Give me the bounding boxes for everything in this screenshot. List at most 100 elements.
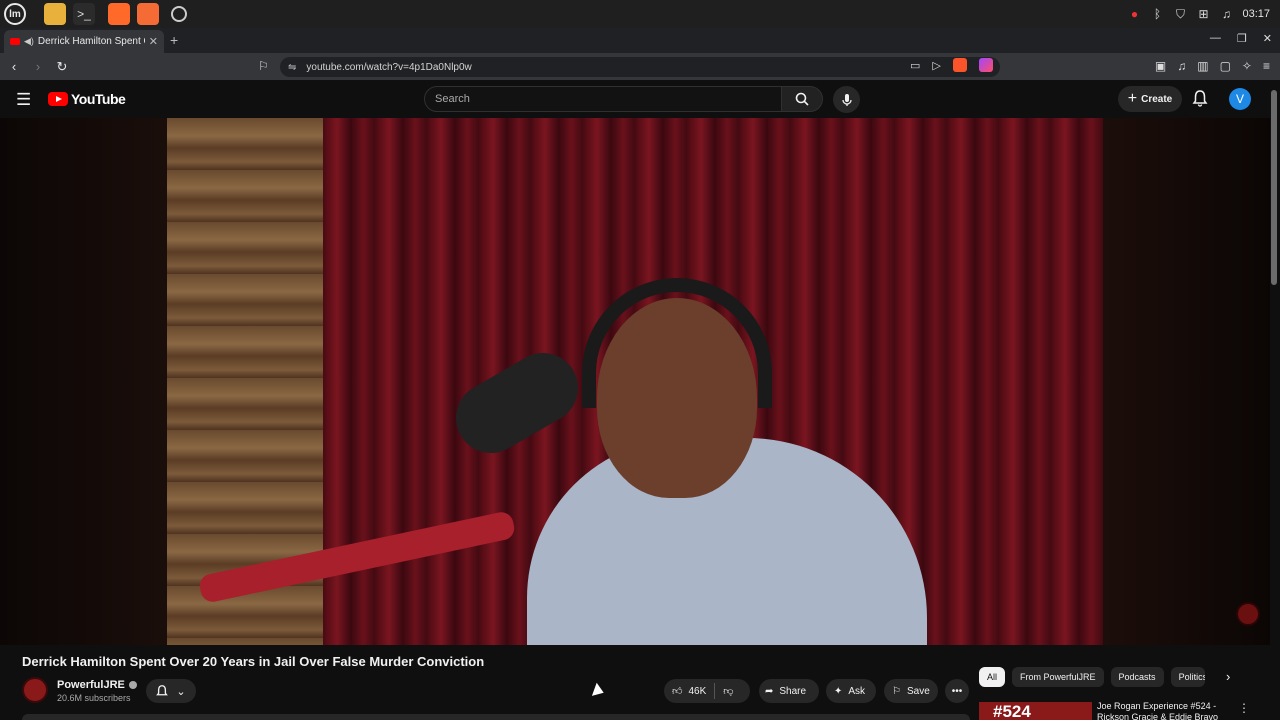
create-label: Create: [1141, 93, 1173, 105]
youtube-logo[interactable]: YouTube: [48, 91, 126, 107]
cast-icon[interactable]: ▭: [910, 59, 920, 72]
like-button[interactable]: 👍︎ 46K: [672, 685, 707, 698]
like-divider: [714, 683, 716, 699]
browser-toolbar: ‹ › ↻ ⚐ ⇋ youtube.com/watch?v=4p1Da0Nlp0…: [0, 53, 1280, 80]
description-box[interactable]: [22, 714, 970, 720]
toolbar-right: ▣ ♫ ▥ ▢ ✧ ≡: [1155, 59, 1270, 73]
screenshot-icon[interactable]: ▣: [1155, 59, 1166, 73]
wallet-icon[interactable]: ▢: [1220, 59, 1231, 73]
chips-next-icon[interactable]: ›: [1226, 669, 1230, 684]
os-taskbar: lm >_ ● ᛒ ⛉ ⊞ ♫ 03:17: [0, 0, 1280, 28]
reload-icon[interactable]: ↻: [52, 59, 72, 75]
tab-close-icon[interactable]: ✕: [149, 35, 158, 48]
menu-icon[interactable]: ≡: [1263, 59, 1270, 73]
subscriber-count: 20.6M subscribers: [57, 693, 131, 703]
ask-button[interactable]: ✦ Ask: [826, 679, 876, 703]
mouse-cursor: [591, 682, 607, 700]
youtube-masthead: ☰ YouTube Search + Create V: [0, 80, 1280, 118]
address-bar-actions: ▭ ▷: [910, 58, 993, 72]
youtube-play-icon: [48, 92, 68, 106]
address-bar[interactable]: ⇋ youtube.com/watch?v=4p1Da0Nlp0w: [280, 57, 1000, 77]
guide-menu-icon[interactable]: ☰: [16, 90, 31, 110]
shield-icon[interactable]: ⛉: [1173, 7, 1187, 21]
search-button[interactable]: [781, 86, 823, 112]
bookmark-icon[interactable]: ⚐: [258, 59, 269, 73]
share-label: Share: [779, 685, 807, 697]
thumbs-up-icon: 👍︎: [672, 686, 683, 697]
clock[interactable]: 03:17: [1242, 8, 1270, 20]
search-placeholder: Search: [435, 93, 470, 105]
recommended-more-icon[interactable]: ⋮: [1238, 701, 1250, 715]
sidebar-icon[interactable]: ▥: [1197, 59, 1208, 73]
verified-icon: [128, 681, 137, 690]
thumbs-down-icon: 👎︎: [723, 686, 734, 697]
bookmark-save-icon: ⚐: [892, 685, 901, 697]
url-text: youtube.com/watch?v=4p1Da0Nlp0w: [306, 61, 472, 73]
save-button[interactable]: ⚐ Save: [884, 679, 938, 703]
video-title: Derrick Hamilton Spent Over 20 Years in …: [22, 654, 485, 669]
chromium-app-icon[interactable]: [171, 6, 187, 22]
chip-from-channel[interactable]: From PowerfulJRE: [1012, 667, 1104, 687]
firefox-app-icon[interactable]: [108, 3, 130, 25]
speaker-icon[interactable]: ◀): [24, 36, 34, 47]
music-icon[interactable]: ♫: [1219, 7, 1233, 21]
back-icon[interactable]: ‹: [4, 59, 24, 74]
terminal-app-icon[interactable]: >_: [73, 3, 95, 25]
brave-shields-icon[interactable]: [952, 58, 967, 72]
search-input[interactable]: Search: [424, 86, 782, 112]
video-player[interactable]: [0, 118, 1270, 645]
recommended-thumbnail[interactable]: #524: [979, 702, 1092, 720]
window-controls: — ❐ ✕: [1210, 32, 1272, 45]
send-icon[interactable]: ▷: [932, 59, 940, 72]
ambient-right: [1103, 118, 1270, 645]
channel-avatar[interactable]: [22, 677, 48, 703]
system-tray: ● ᛒ ⛉ ⊞ ♫ 03:17: [1127, 0, 1270, 28]
close-window-icon[interactable]: ✕: [1263, 32, 1272, 45]
ambient-left: [0, 118, 167, 645]
files-app-icon[interactable]: [44, 3, 66, 25]
plus-icon: +: [1127, 90, 1138, 107]
bell-icon: [156, 685, 169, 696]
like-dislike-group: 👍︎ 46K 👎︎: [664, 679, 750, 703]
dislike-button[interactable]: 👎︎: [723, 685, 733, 697]
youtube-wordmark: YouTube: [71, 91, 126, 107]
more-actions-button[interactable]: •••: [945, 679, 969, 703]
video-frame[interactable]: [167, 118, 1103, 645]
related-filter-chips: All From PowerfulJRE Podcasts Politics: [979, 667, 1205, 687]
account-avatar[interactable]: V: [1229, 88, 1251, 110]
create-button[interactable]: + Create: [1118, 86, 1182, 112]
chip-all[interactable]: All: [979, 667, 1006, 687]
chip-podcasts[interactable]: Podcasts: [1110, 667, 1164, 687]
brave-app-icon[interactable]: [137, 3, 159, 25]
microphone-icon: [841, 93, 852, 106]
minimize-icon[interactable]: —: [1210, 32, 1221, 45]
media-icon[interactable]: ♫: [1177, 59, 1186, 73]
chip-politics[interactable]: Politics: [1170, 667, 1205, 687]
update-icon[interactable]: ●: [1127, 7, 1141, 21]
channel-name[interactable]: PowerfulJRE: [57, 679, 137, 691]
network-icon[interactable]: ⊞: [1196, 7, 1210, 21]
recommended-title[interactable]: Joe Rogan Experience #524 - Rickson Grac…: [1097, 701, 1225, 720]
brave-rewards-icon[interactable]: [978, 58, 993, 72]
leo-ai-icon[interactable]: ✧: [1242, 59, 1252, 73]
save-label: Save: [906, 685, 930, 697]
mint-menu-icon[interactable]: lm: [4, 3, 26, 25]
chevron-down-icon: ⌄: [176, 685, 186, 698]
browser-tab[interactable]: ◀) Derrick Hamilton Spent Ov ✕: [4, 30, 164, 53]
voice-search-button[interactable]: [833, 86, 860, 113]
youtube-favicon-icon: [10, 38, 20, 45]
maximize-icon[interactable]: ❐: [1237, 32, 1247, 45]
ask-label: Ask: [848, 685, 866, 697]
share-icon: ➦: [765, 685, 774, 697]
new-tab-button[interactable]: +: [170, 32, 178, 48]
bluetooth-icon[interactable]: ᛒ: [1150, 7, 1164, 21]
channel-watermark-icon[interactable]: [1236, 602, 1260, 626]
forward-icon[interactable]: ›: [28, 59, 48, 74]
subscribed-button[interactable]: ⌄: [146, 679, 196, 703]
site-settings-icon[interactable]: ⇋: [288, 62, 296, 73]
page-scrollbar[interactable]: [1271, 90, 1277, 285]
like-count: 46K: [688, 685, 707, 697]
notifications-bell-icon[interactable]: [1192, 89, 1208, 107]
more-horizontal-icon: •••: [951, 685, 963, 697]
share-button[interactable]: ➦ Share: [759, 679, 819, 703]
